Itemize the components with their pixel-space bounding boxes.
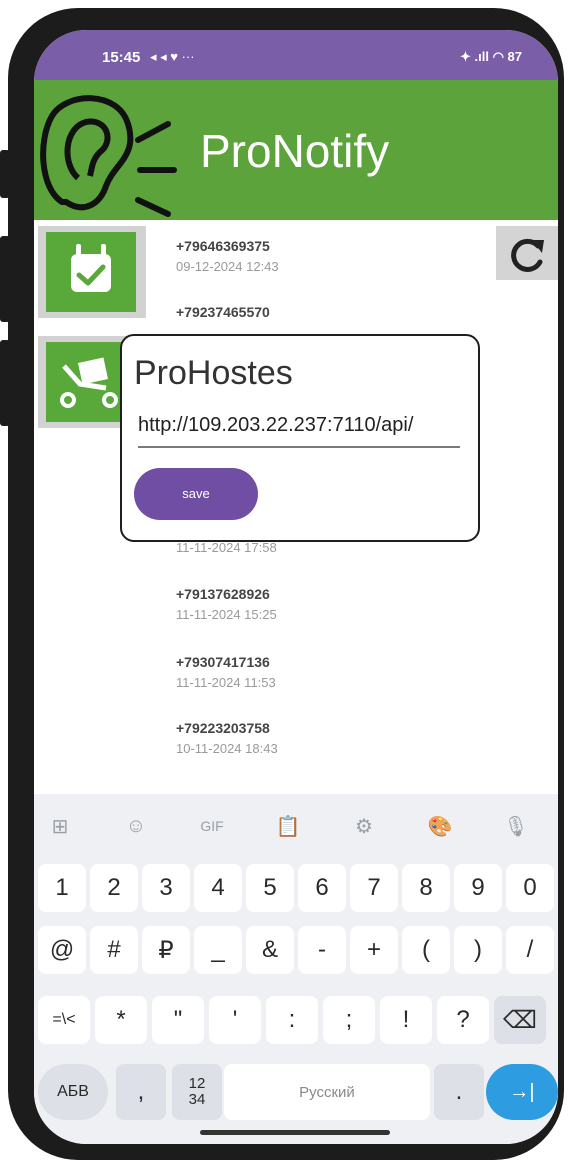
entry-date: 09-12-2024 12:43 bbox=[176, 259, 279, 274]
enter-key[interactable]: →| bbox=[486, 1064, 558, 1120]
app-title: ProNotify bbox=[200, 125, 390, 177]
mic-icon[interactable]: 🎙 bbox=[498, 808, 534, 844]
save-button[interactable]: save bbox=[134, 468, 258, 520]
key-punct[interactable]: * bbox=[95, 996, 147, 1044]
key-punct[interactable]: ? bbox=[437, 996, 489, 1044]
entry-date: 11-11-2024 15:25 bbox=[176, 607, 277, 622]
key-digit[interactable]: 7 bbox=[350, 864, 398, 912]
backspace-key[interactable]: ⌫ bbox=[494, 996, 546, 1044]
key-symbol[interactable]: / bbox=[506, 926, 554, 974]
key-symbol[interactable]: - bbox=[298, 926, 346, 974]
palette-icon[interactable]: 🎨 bbox=[422, 808, 458, 844]
entry-date: 11-11-2024 17:58 bbox=[176, 540, 277, 555]
key-digit[interactable]: 1 bbox=[38, 864, 86, 912]
key-symbol[interactable]: @ bbox=[38, 926, 86, 974]
host-url-input[interactable]: http://109.203.22.237:7110/api/ bbox=[138, 414, 460, 448]
dialog-title: ProHostes bbox=[134, 354, 293, 392]
clipboard-icon[interactable]: 📋 bbox=[270, 808, 306, 844]
settings-icon[interactable]: ⚙ bbox=[346, 808, 382, 844]
key-symbol[interactable]: + bbox=[350, 926, 398, 974]
key-punct[interactable]: ' bbox=[209, 996, 261, 1044]
status-bar: 15:45 ◂ ◂ ♥ ··· ✦ .ıll ◠ 87 bbox=[34, 30, 558, 80]
refresh-icon bbox=[511, 238, 544, 272]
key-punct[interactable]: : bbox=[266, 996, 318, 1044]
key-digit[interactable]: 4 bbox=[194, 864, 242, 912]
status-indicators-left: ◂ ◂ ♥ ··· bbox=[150, 49, 195, 64]
key-punct[interactable]: ! bbox=[380, 996, 432, 1044]
refresh-button[interactable] bbox=[496, 226, 558, 280]
screen: 15:45 ◂ ◂ ♥ ··· ✦ .ıll ◠ 87 ProNotify +7… bbox=[34, 30, 558, 1144]
status-time: 15:45 bbox=[102, 49, 141, 66]
home-indicator[interactable] bbox=[200, 1130, 390, 1135]
entry-phone: +79223203758 bbox=[176, 720, 270, 736]
abc-switch-key[interactable]: АБВ bbox=[38, 1064, 108, 1120]
calendar-check-icon bbox=[71, 244, 111, 292]
prohostes-dialog: ProHostes http://109.203.22.237:7110/api… bbox=[120, 334, 480, 542]
ear-logo-icon bbox=[40, 95, 177, 217]
entry-phone: +79646369375 bbox=[176, 238, 270, 254]
status-indicators-right: ✦ .ıll ◠ 87 bbox=[460, 49, 522, 64]
space-key[interactable]: Русский bbox=[224, 1064, 430, 1120]
key-symbol[interactable]: # bbox=[90, 926, 138, 974]
keyboard: ⊞ ☺ GIF 📋 ⚙ 🎨 🎙 1234567890 @ # ₽ _ & - +() / =\< * " ':;… bbox=[34, 794, 558, 1144]
key-digit[interactable]: 2 bbox=[90, 864, 138, 912]
phone-side-button-2 bbox=[0, 236, 10, 322]
key-digit[interactable]: 0 bbox=[506, 864, 554, 912]
phone-side-button-1 bbox=[0, 150, 10, 198]
key-punct[interactable]: =\< bbox=[38, 996, 90, 1044]
key-digit[interactable]: 9 bbox=[454, 864, 502, 912]
key-punct[interactable]: " bbox=[152, 996, 204, 1044]
key-digit[interactable]: 6 bbox=[298, 864, 346, 912]
period-key[interactable]: . bbox=[434, 1064, 484, 1120]
key-digit[interactable]: 5 bbox=[246, 864, 294, 912]
key-symbol[interactable]: ₽ bbox=[142, 926, 190, 974]
comma-key[interactable]: , bbox=[116, 1064, 166, 1120]
numpad-switch-key[interactable]: 12 34 bbox=[172, 1064, 222, 1120]
key-digit[interactable]: 3 bbox=[142, 864, 190, 912]
key-symbol[interactable]: ) bbox=[454, 926, 502, 974]
sticker-icon[interactable]: ☺ bbox=[118, 808, 154, 844]
entry-phone: +79137628926 bbox=[176, 586, 270, 602]
entry-phone: +79307417136 bbox=[176, 654, 270, 670]
entry-phone: +79237465570 bbox=[176, 304, 270, 320]
calendar-icon-tile[interactable] bbox=[38, 226, 146, 318]
entry-date: 11-11-2024 11:53 bbox=[176, 675, 276, 690]
key-symbol[interactable]: _ bbox=[194, 926, 242, 974]
gif-icon[interactable]: GIF bbox=[194, 808, 230, 844]
key-symbol[interactable]: & bbox=[246, 926, 294, 974]
key-punct[interactable]: ; bbox=[323, 996, 375, 1044]
key-digit[interactable]: 8 bbox=[402, 864, 450, 912]
key-symbol[interactable]: ( bbox=[402, 926, 450, 974]
apps-icon[interactable]: ⊞ bbox=[42, 808, 78, 844]
entry-date: 10-11-2024 18:43 bbox=[176, 741, 278, 756]
phone-side-button-3 bbox=[0, 340, 10, 426]
